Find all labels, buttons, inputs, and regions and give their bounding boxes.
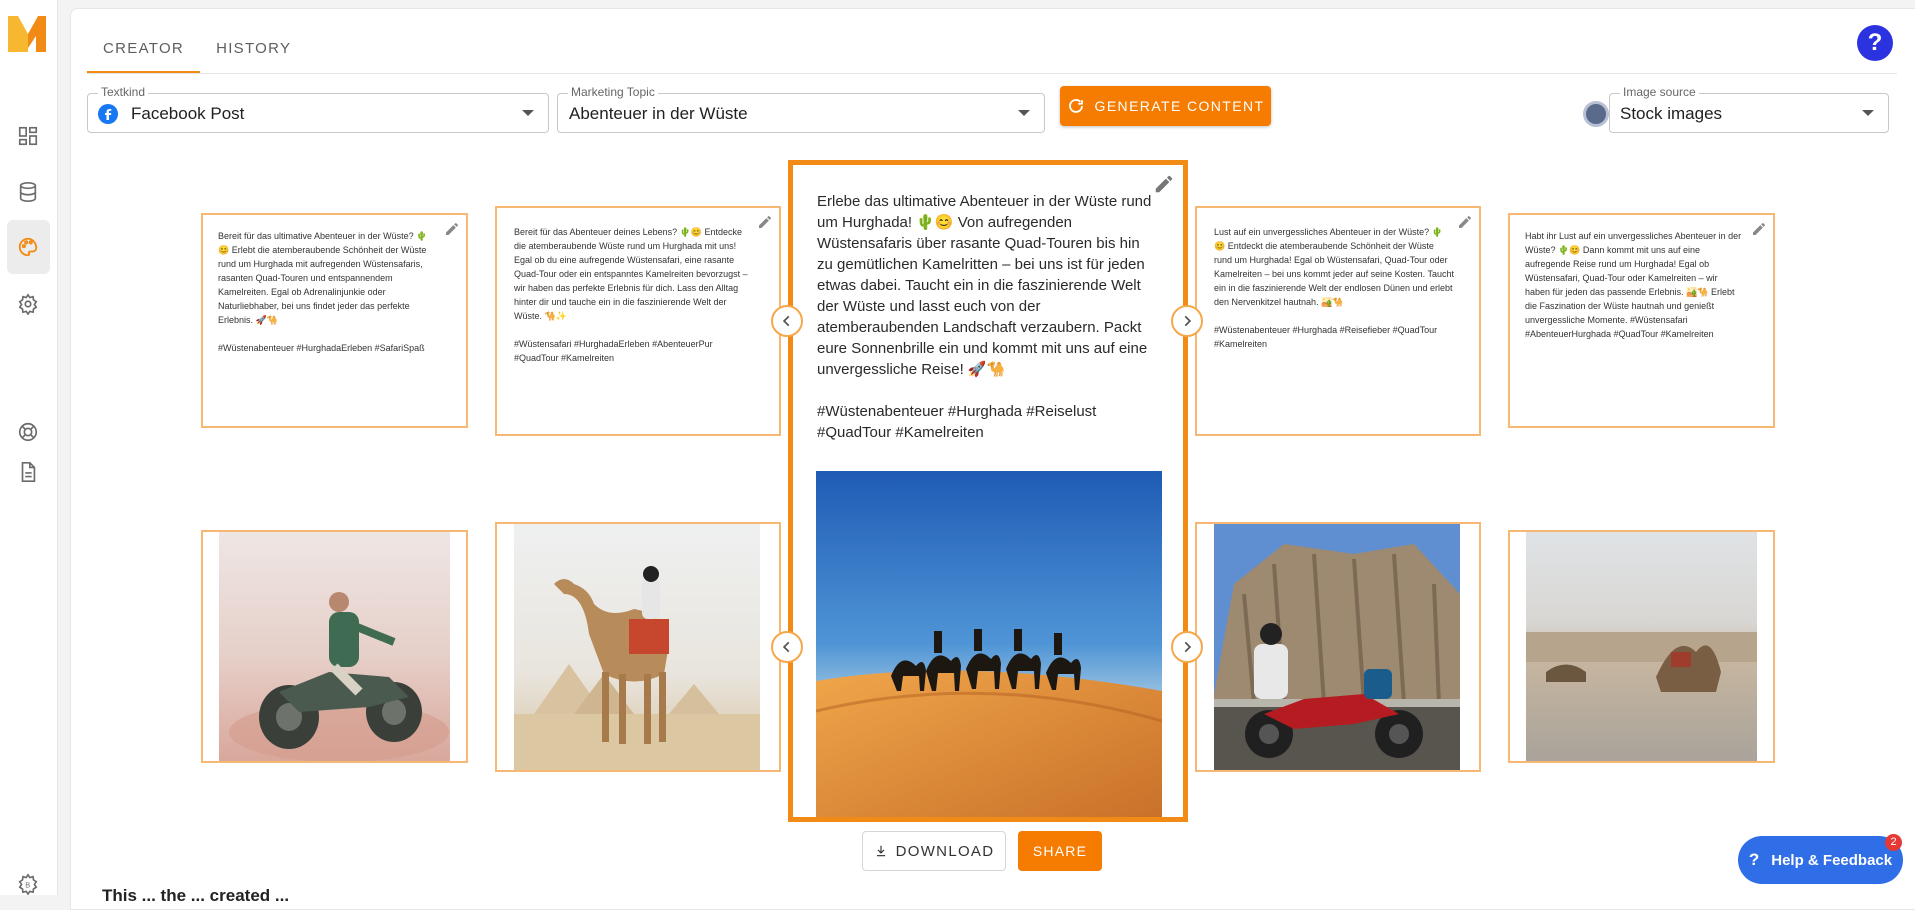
camel-caravan-dunes-photo bbox=[816, 471, 1162, 817]
question-icon: ? bbox=[1748, 850, 1760, 869]
post-card-text-1[interactable]: Bereit für das ultimative Abenteuer in d… bbox=[201, 213, 468, 428]
brand-settings-icon[interactable]: B bbox=[14, 870, 42, 898]
post-text: Habt ihr Lust auf ein unvergessliches Ab… bbox=[1525, 231, 1744, 339]
marketing-topic-label: Marketing Topic bbox=[568, 85, 658, 99]
post-card-text-2[interactable]: Bereit für das Abenteuer deines Lebens? … bbox=[495, 206, 781, 436]
share-button[interactable]: SHARE bbox=[1018, 831, 1102, 871]
image-source-avatar-icon[interactable] bbox=[1583, 101, 1609, 127]
desert-camels-photo bbox=[1526, 532, 1757, 761]
post-card-image-5[interactable] bbox=[1508, 530, 1775, 763]
tab-bar: CREATOR HISTORY bbox=[87, 25, 307, 73]
generate-content-label: GENERATE CONTENT bbox=[1094, 98, 1265, 114]
chevron-down-icon bbox=[1862, 110, 1874, 116]
tab-creator[interactable]: CREATOR bbox=[87, 25, 201, 73]
download-label: DOWNLOAD bbox=[895, 842, 995, 860]
download-button[interactable]: DOWNLOAD bbox=[862, 831, 1006, 871]
generate-content-button[interactable]: GENERATE CONTENT bbox=[1060, 86, 1271, 126]
post-card-image-1[interactable] bbox=[201, 530, 468, 763]
carousel-next-text-button[interactable] bbox=[1171, 305, 1203, 337]
facebook-icon bbox=[98, 104, 118, 124]
motorcycle-mountain-photo bbox=[1214, 524, 1460, 770]
document-icon[interactable] bbox=[14, 458, 42, 486]
tab-divider bbox=[87, 73, 1897, 74]
sidebar: B bbox=[0, 0, 58, 895]
help-feedback-label: Help & Feedback bbox=[1771, 851, 1893, 869]
carousel-next-image-button[interactable] bbox=[1171, 631, 1203, 663]
textkind-select[interactable]: Textkind Facebook Post bbox=[87, 85, 549, 133]
help-icon[interactable]: ? bbox=[1857, 25, 1893, 61]
chevron-down-icon bbox=[522, 110, 534, 116]
camel-pyramids-photo bbox=[514, 524, 760, 770]
pencil-icon[interactable] bbox=[444, 221, 460, 237]
chevron-left-icon bbox=[782, 315, 790, 327]
post-text: Lust auf ein unvergessliches Abenteuer i… bbox=[1214, 227, 1454, 349]
carousel-prev-text-button[interactable] bbox=[771, 305, 803, 337]
svg-text:B: B bbox=[25, 881, 30, 890]
notification-badge: 2 bbox=[1885, 834, 1902, 851]
pencil-icon[interactable] bbox=[757, 214, 773, 230]
marketing-topic-select[interactable]: Marketing Topic Abenteuer in der Wüste bbox=[557, 85, 1045, 133]
chevron-down-icon bbox=[1018, 110, 1030, 116]
textkind-value: Facebook Post bbox=[131, 104, 245, 123]
support-lifebuoy-icon[interactable] bbox=[14, 418, 42, 446]
help-feedback-button[interactable]: ? Help & Feedback bbox=[1738, 836, 1903, 884]
selected-post-text: Erlebe das ultimative Abenteuer in der W… bbox=[817, 193, 1152, 441]
refresh-icon bbox=[1068, 99, 1083, 113]
chevron-right-icon bbox=[1184, 641, 1192, 653]
post-card-image-4[interactable] bbox=[1195, 522, 1481, 772]
chevron-right-icon bbox=[1184, 315, 1192, 327]
carousel-prev-image-button[interactable] bbox=[771, 631, 803, 663]
image-source-select[interactable]: Image source Stock images bbox=[1609, 85, 1889, 133]
image-source-label: Image source bbox=[1620, 85, 1699, 99]
dashboard-icon[interactable] bbox=[14, 122, 42, 150]
pencil-icon[interactable] bbox=[1457, 214, 1473, 230]
post-card-selected[interactable]: Erlebe das ultimative Abenteuer in der W… bbox=[788, 160, 1188, 822]
download-icon bbox=[876, 845, 885, 857]
chevron-left-icon bbox=[782, 641, 790, 653]
post-card-text-4[interactable]: Lust auf ein unvergessliches Abenteuer i… bbox=[1195, 206, 1481, 436]
textkind-label: Textkind bbox=[98, 85, 149, 99]
database-icon[interactable] bbox=[14, 178, 42, 206]
pencil-icon[interactable] bbox=[1153, 173, 1175, 195]
post-card-image-2[interactable] bbox=[495, 522, 781, 772]
settings-gear-icon[interactable] bbox=[14, 290, 42, 318]
quad-bike-photo bbox=[219, 532, 450, 761]
app-logo[interactable] bbox=[6, 12, 48, 54]
image-source-value: Stock images bbox=[1620, 104, 1723, 123]
post-text: Bereit für das ultimative Abenteuer in d… bbox=[218, 231, 428, 353]
marketing-topic-value: Abenteuer in der Wüste bbox=[569, 104, 748, 123]
post-text: Bereit für das Abenteuer deines Lebens? … bbox=[514, 227, 748, 363]
pencil-icon[interactable] bbox=[1751, 221, 1767, 237]
creator-palette-icon[interactable] bbox=[14, 233, 42, 261]
tab-history[interactable]: HISTORY bbox=[200, 25, 307, 73]
post-card-text-5[interactable]: Habt ihr Lust auf ein unvergessliches Ab… bbox=[1508, 213, 1775, 428]
section-heading-partial: This ... the ... created ... bbox=[102, 886, 290, 905]
